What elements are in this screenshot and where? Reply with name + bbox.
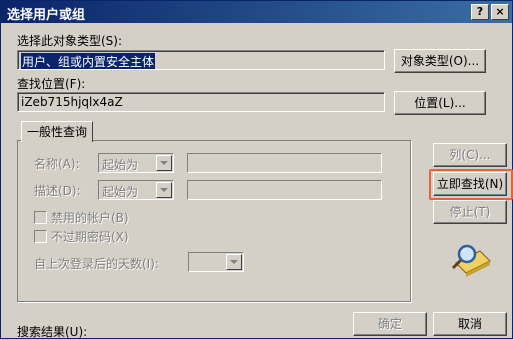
- location-label: 查找位置(F):: [17, 77, 86, 91]
- help-button[interactable]: ?: [471, 4, 489, 20]
- non-expiring-password-label: 不过期密码(X): [51, 230, 129, 244]
- locations-button[interactable]: 位置(L)...: [394, 91, 486, 115]
- object-type-label: 选择此对象类型(S):: [17, 34, 123, 48]
- ok-button: 确定: [353, 312, 427, 336]
- chevron-down-icon: [226, 254, 242, 270]
- stop-button: 停止(T): [433, 200, 507, 224]
- title-bar[interactable]: 选择用户或组 ? ×: [1, 1, 512, 23]
- name-mode-value: 起始为: [102, 158, 139, 172]
- chevron-down-icon: [156, 155, 172, 171]
- cancel-button[interactable]: 取消: [433, 312, 507, 336]
- columns-button: 列(C)...: [433, 143, 507, 167]
- object-type-field: 用户、组或内置安全主体: [17, 50, 385, 70]
- name-input: [187, 153, 382, 173]
- disabled-accounts-checkbox: [34, 211, 47, 224]
- name-mode-select: 起始为: [98, 153, 174, 173]
- chevron-down-icon: [156, 182, 172, 198]
- description-label: 描述(D):: [34, 184, 81, 198]
- search-magnifier-icon: [451, 244, 491, 277]
- disabled-accounts-label: 禁用的帐户(B): [51, 211, 129, 225]
- find-now-button[interactable]: 立即查找(N): [433, 172, 507, 196]
- tab-general-query[interactable]: 一般性查询: [21, 121, 93, 142]
- search-results-label: 搜索结果(U):: [17, 325, 88, 339]
- object-type-value: 用户、组或内置安全主体: [21, 53, 156, 69]
- days-since-login-select: [188, 252, 244, 272]
- object-types-button[interactable]: 对象类型(O)...: [394, 49, 486, 73]
- description-input: [187, 180, 382, 200]
- close-button[interactable]: ×: [491, 4, 509, 20]
- description-mode-select: 起始为: [98, 180, 174, 200]
- select-users-dialog: 选择用户或组 ? × 选择此对象类型(S): 用户、组或内置安全主体 对象类型(…: [0, 0, 513, 339]
- window-title: 选择用户或组: [7, 8, 86, 23]
- description-mode-value: 起始为: [102, 185, 139, 199]
- days-since-login-label: 自上次登录后的天数(I):: [34, 257, 159, 271]
- name-label: 名称(A):: [34, 157, 80, 171]
- non-expiring-password-checkbox: [34, 230, 47, 243]
- location-value: iZeb715hjqlx4aZ: [21, 95, 123, 109]
- location-field: iZeb715hjqlx4aZ: [17, 92, 385, 112]
